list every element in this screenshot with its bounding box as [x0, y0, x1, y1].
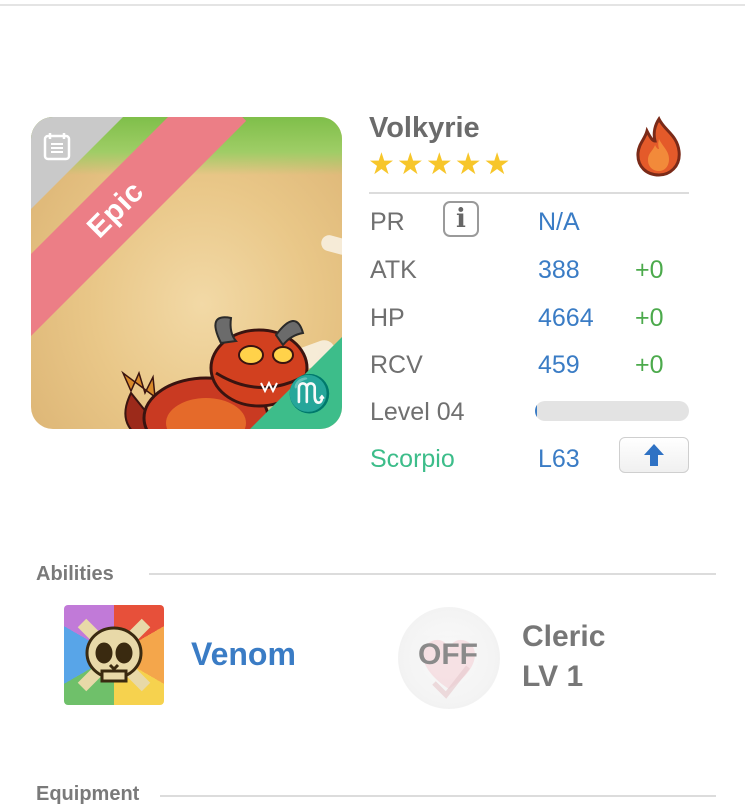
level-label: Level 04 — [370, 398, 465, 426]
venom-ability-name[interactable]: Venom — [191, 636, 296, 673]
abilities-heading: Abilities — [36, 563, 114, 585]
cleric-ability-level: LV 1 — [522, 660, 584, 693]
fire-icon — [636, 116, 681, 177]
star-icon: ★ — [483, 148, 511, 181]
pr-value: N/A — [538, 208, 580, 236]
rcv-bonus: +0 — [635, 351, 664, 379]
equipment-divider — [160, 795, 716, 797]
star-icon: ★ — [454, 148, 482, 181]
hp-value: 4664 — [538, 304, 594, 332]
star-icon: ★ — [396, 148, 424, 181]
pr-label: PR — [370, 208, 405, 236]
atk-value: 388 — [538, 256, 580, 284]
calendar-icon[interactable] — [42, 131, 72, 161]
star-icon: ★ — [425, 148, 453, 181]
cleric-ability-name: Cleric — [522, 620, 606, 653]
skull-icon — [77, 618, 151, 692]
level-progress-bar — [535, 401, 689, 421]
rcv-label: RCV — [370, 351, 423, 379]
equipment-heading: Equipment — [36, 783, 140, 805]
abilities-divider — [149, 573, 716, 575]
hp-label: HP — [370, 304, 405, 332]
atk-bonus: +0 — [635, 256, 664, 284]
upgrade-button[interactable] — [619, 437, 689, 473]
monster-name: Volkyrie — [369, 112, 480, 144]
ability-off-label: OFF — [418, 638, 478, 671]
header-divider — [369, 192, 689, 194]
monster-portrait[interactable]: Epic ♏ — [31, 117, 342, 429]
star-icon: ★ — [368, 148, 395, 181]
rcv-value: 459 — [538, 351, 580, 379]
zodiac-level: L63 — [538, 445, 580, 473]
info-button[interactable]: i — [443, 201, 479, 237]
level-progress-fill — [535, 401, 538, 421]
hp-bonus: +0 — [635, 304, 664, 332]
arrow-up-icon — [644, 444, 664, 466]
zodiac-label: Scorpio — [370, 445, 455, 473]
venom-ability-icon[interactable] — [64, 605, 164, 705]
star-rating: ★ ★ ★ ★ ★ — [368, 150, 511, 180]
top-divider — [0, 4, 745, 6]
atk-label: ATK — [370, 256, 417, 284]
scorpio-icon: ♏ — [287, 373, 332, 415]
